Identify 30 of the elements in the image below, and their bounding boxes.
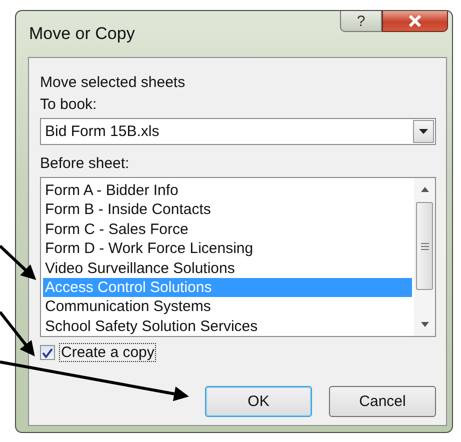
scrollbar[interactable] (414, 178, 435, 336)
cancel-button[interactable]: Cancel (329, 386, 436, 417)
close-icon (408, 15, 422, 27)
help-button[interactable]: ? (340, 11, 382, 32)
list-item[interactable]: Form A - Bidder Info (43, 181, 412, 200)
scroll-up-icon[interactable] (420, 187, 428, 192)
list-item[interactable]: Form B - Inside Contacts (43, 200, 412, 220)
ok-button[interactable]: OK (205, 386, 312, 417)
dropdown-value: Bid Form 15B.xls (45, 123, 160, 140)
scroll-thumb[interactable] (416, 202, 433, 290)
scroll-down-icon[interactable] (420, 322, 428, 327)
grip-icon (420, 242, 428, 250)
checkbox[interactable] (40, 345, 55, 360)
close-button[interactable] (382, 11, 448, 32)
to-book-label: To book: (40, 95, 98, 115)
before-sheet-label: Before sheet: (40, 154, 130, 174)
dropdown-button[interactable] (413, 120, 434, 143)
caret-icon (419, 129, 428, 134)
check-icon (42, 348, 53, 358)
list-item[interactable]: Communication Systems (43, 297, 412, 317)
arrow (0, 311, 35, 356)
window-title: Move or Copy (29, 24, 135, 44)
list-item[interactable]: School Safety Solution Services (43, 316, 412, 336)
arrow (0, 244, 36, 280)
heading-label: Move selected sheets (40, 73, 186, 93)
list-item[interactable]: Form D - Work Force Licensing (43, 239, 412, 259)
list-item[interactable]: Video Surveillance Solutions (43, 258, 412, 278)
list-item[interactable]: Form C - Sales Force (43, 220, 412, 240)
checkbox-label[interactable]: Create a copy (59, 343, 156, 362)
book-dropdown[interactable]: Bid Form 15B.xls (40, 118, 436, 145)
